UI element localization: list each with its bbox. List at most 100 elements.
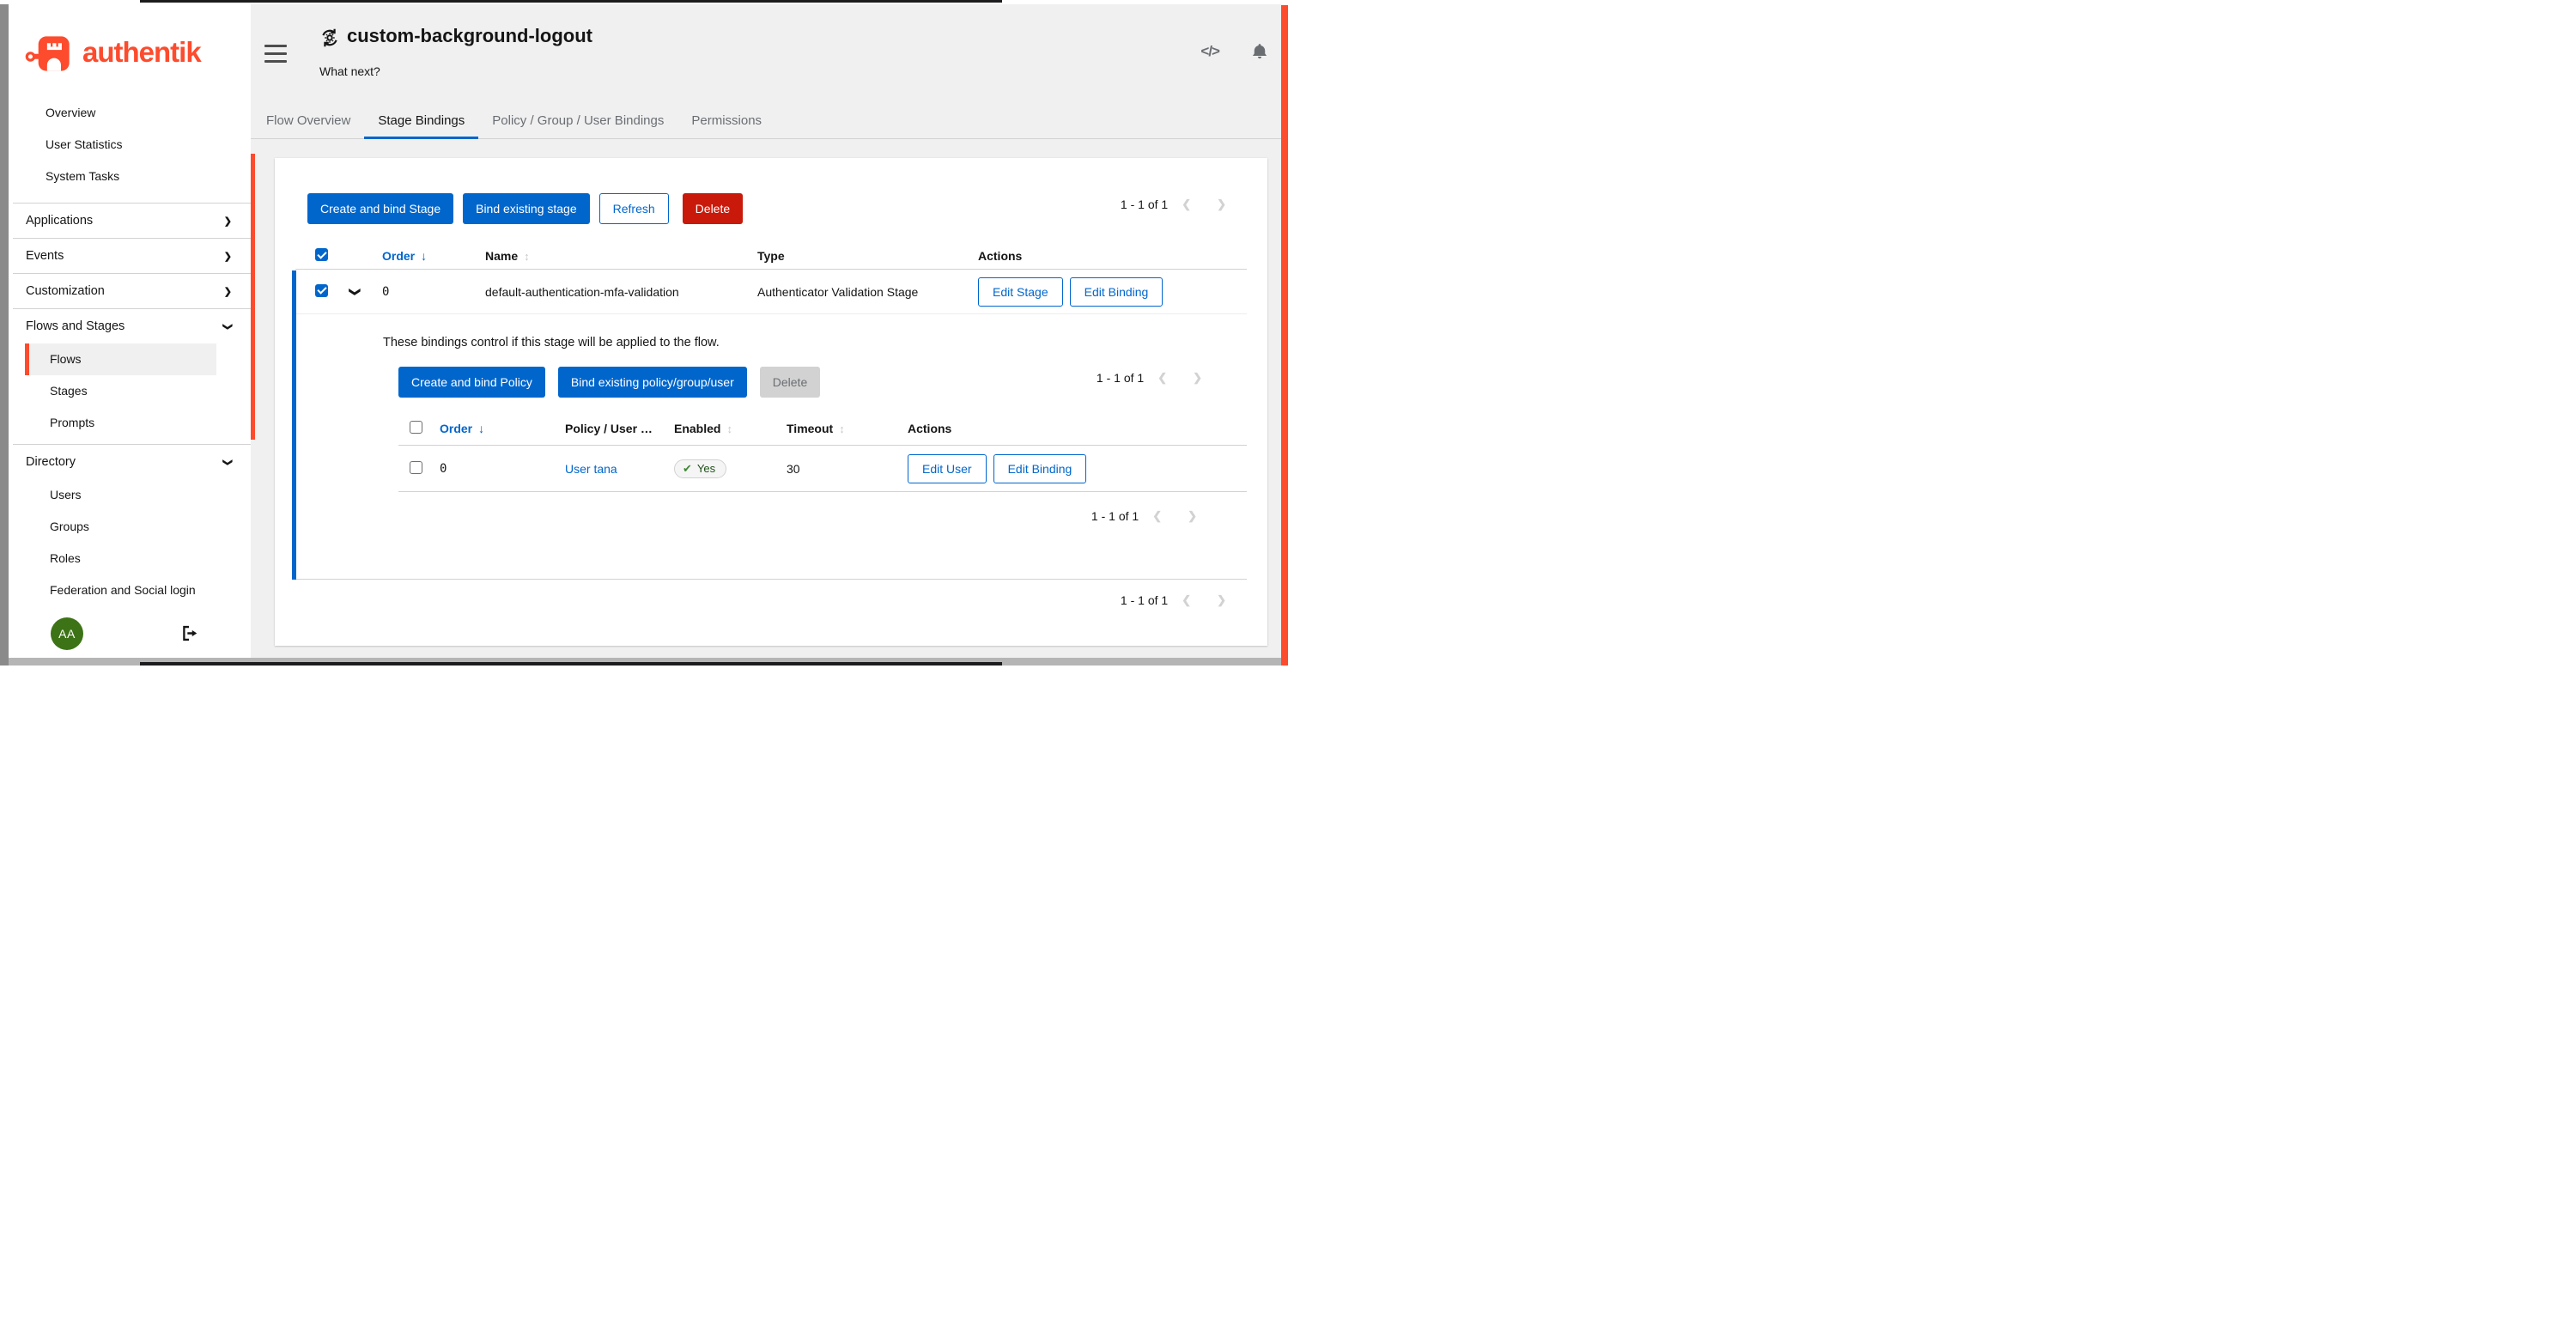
column-header-type: Type <box>750 249 970 263</box>
brand-wordmark: authentik <box>82 38 201 70</box>
pagination-next-icon[interactable]: ❯ <box>1188 509 1197 523</box>
window-edge-bottom <box>140 662 1002 666</box>
sidebar-group-directory: Directory ❯ Users Groups Roles Federatio… <box>13 444 251 611</box>
avatar[interactable]: AA <box>51 617 83 650</box>
edit-binding-button[interactable]: Edit Binding <box>1070 277 1163 307</box>
pagination-label: 1 - 1 of 1 <box>1097 371 1144 385</box>
window-edge-right <box>1281 5 1288 666</box>
menu-toggle-icon[interactable] <box>264 45 287 63</box>
sidebar-scrollbar[interactable] <box>251 154 255 440</box>
column-header-order[interactable]: Order↓ <box>374 249 477 263</box>
app-window: authentik Overview User Statistics Syste… <box>9 4 1281 658</box>
enabled-badge: ✔Yes <box>674 459 726 478</box>
sidebar-item-federation[interactable]: Federation and Social login <box>25 574 216 606</box>
binding-table: Order↓ Policy / User … Enabled↕ Timeout↕… <box>398 411 1247 492</box>
pagination-prev-icon[interactable]: ❮ <box>1152 509 1162 523</box>
sidebar-item-events[interactable]: Events ❯ <box>13 239 251 273</box>
row-order: 0 <box>433 462 558 476</box>
refresh-button[interactable]: Refresh <box>599 193 669 224</box>
sidebar-group-customization: Customization ❯ <box>13 273 251 308</box>
edit-binding-button[interactable]: Edit Binding <box>993 454 1087 483</box>
binding-description: These bindings control if this stage wil… <box>383 336 720 349</box>
column-header-order[interactable]: Order↓ <box>433 422 558 435</box>
sidebar-nav: Overview User Statistics System Tasks Ap… <box>9 97 251 611</box>
sidebar-item-applications[interactable]: Applications ❯ <box>13 204 251 238</box>
row-type: Authenticator Validation Stage <box>750 285 970 299</box>
sort-desc-icon: ↓ <box>421 249 427 263</box>
check-icon: ✔ <box>683 462 692 476</box>
sidebar-item-groups[interactable]: Groups <box>25 511 216 543</box>
sidebar-item-prompts[interactable]: Prompts <box>25 407 216 439</box>
row-order: 0 <box>374 285 477 299</box>
row-timeout: 30 <box>780 462 901 476</box>
sidebar-item-user-statistics[interactable]: User Statistics <box>21 129 216 161</box>
brand-logo[interactable]: authentik <box>9 4 251 80</box>
sidebar-footer: AA <box>9 615 251 653</box>
logout-icon[interactable] <box>180 624 198 647</box>
pagination-prev-icon[interactable]: ❮ <box>1157 371 1167 385</box>
binding-pagination-top: 1 - 1 of 1 ❮ ❯ <box>1097 371 1202 385</box>
user-link[interactable]: User tana <box>565 462 617 476</box>
sidebar-item-flows-and-stages[interactable]: Flows and Stages ❯ <box>13 309 251 343</box>
edit-user-button[interactable]: Edit User <box>908 454 987 483</box>
pagination-prev-icon[interactable]: ❮ <box>1182 198 1191 211</box>
sidebar-item-roles[interactable]: Roles <box>25 543 216 574</box>
row-expand-chevron-icon[interactable]: ❯ <box>348 288 361 297</box>
sidebar-item-users[interactable]: Users <box>25 479 216 511</box>
sidebar-item-customization[interactable]: Customization ❯ <box>13 274 251 308</box>
delete-stage-button[interactable]: Delete <box>683 193 743 224</box>
create-and-bind-stage-button[interactable]: Create and bind Stage <box>307 193 453 224</box>
table-row: 0 User tana ✔Yes 30 Edit User Edit Bindi… <box>398 446 1247 492</box>
table-row: ❯ 0 default-authentication-mfa-validatio… <box>295 270 1247 314</box>
pagination-next-icon[interactable]: ❯ <box>1193 371 1202 385</box>
bind-existing-policy-button[interactable]: Bind existing policy/group/user <box>558 367 747 398</box>
sidebar-item-flows[interactable]: Flows <box>25 343 216 375</box>
sidebar-group-events: Events ❯ <box>13 238 251 273</box>
binding-expansion-panel: These bindings control if this stage wil… <box>295 315 1247 580</box>
bind-existing-stage-button[interactable]: Bind existing stage <box>463 193 590 224</box>
sidebar-group-flows-and-stages: Flows and Stages ❯ Flows Stages Prompts <box>13 308 251 444</box>
column-header-actions: Actions <box>901 422 1247 435</box>
pagination-label: 1 - 1 of 1 <box>1121 198 1168 211</box>
sidebar: authentik Overview User Statistics Syste… <box>9 4 251 658</box>
tab-flow-overview[interactable]: Flow Overview <box>252 104 364 138</box>
create-and-bind-policy-button[interactable]: Create and bind Policy <box>398 367 545 398</box>
tab-stage-bindings[interactable]: Stage Bindings <box>364 104 478 138</box>
edit-stage-button[interactable]: Edit Stage <box>978 277 1063 307</box>
row-name: default-authentication-mfa-validation <box>477 285 750 299</box>
row-checkbox[interactable] <box>410 461 422 474</box>
select-all-checkbox[interactable] <box>410 421 422 434</box>
window-edge-top <box>140 0 1002 3</box>
chevron-right-icon: ❯ <box>224 216 232 227</box>
sidebar-item-system-tasks[interactable]: System Tasks <box>21 161 216 192</box>
column-header-enabled[interactable]: Enabled↕ <box>667 422 780 435</box>
column-header-timeout[interactable]: Timeout↕ <box>780 422 901 435</box>
notifications-bell-icon[interactable] <box>1250 42 1269 61</box>
pagination-next-icon[interactable]: ❯ <box>1217 198 1226 211</box>
page-subtitle: What next? <box>319 64 380 78</box>
select-all-checkbox[interactable] <box>315 248 328 261</box>
api-code-icon[interactable]: </> <box>1200 43 1219 60</box>
chevron-down-icon: ❯ <box>222 322 234 330</box>
sidebar-item-stages[interactable]: Stages <box>25 375 216 407</box>
column-header-name[interactable]: Name↕ <box>477 249 750 263</box>
page-title: custom-background-logout <box>347 25 592 47</box>
chevron-right-icon: ❯ <box>224 251 232 262</box>
authentik-logo-icon <box>25 33 76 75</box>
sort-desc-icon: ↓ <box>478 422 484 435</box>
pagination-label: 1 - 1 of 1 <box>1091 509 1139 523</box>
pagination-prev-icon[interactable]: ❮ <box>1182 593 1191 607</box>
stage-table-header: Order↓ Name↕ Type Actions <box>295 243 1247 270</box>
tab-permissions[interactable]: Permissions <box>677 104 775 138</box>
delete-binding-button[interactable]: Delete <box>760 367 820 398</box>
sidebar-item-overview[interactable]: Overview <box>21 97 216 129</box>
sort-icon: ↕ <box>524 250 530 263</box>
column-header-policy-user: Policy / User … <box>558 422 667 435</box>
pagination-next-icon[interactable]: ❯ <box>1217 593 1226 607</box>
sidebar-item-directory[interactable]: Directory ❯ <box>13 445 251 479</box>
main-area: custom-background-logout What next? </> … <box>251 4 1281 658</box>
row-checkbox[interactable] <box>315 284 328 297</box>
tab-bar: Flow Overview Stage Bindings Policy / Gr… <box>251 104 1281 139</box>
chevron-right-icon: ❯ <box>224 286 232 297</box>
tab-policy-group-user-bindings[interactable]: Policy / Group / User Bindings <box>478 104 677 138</box>
